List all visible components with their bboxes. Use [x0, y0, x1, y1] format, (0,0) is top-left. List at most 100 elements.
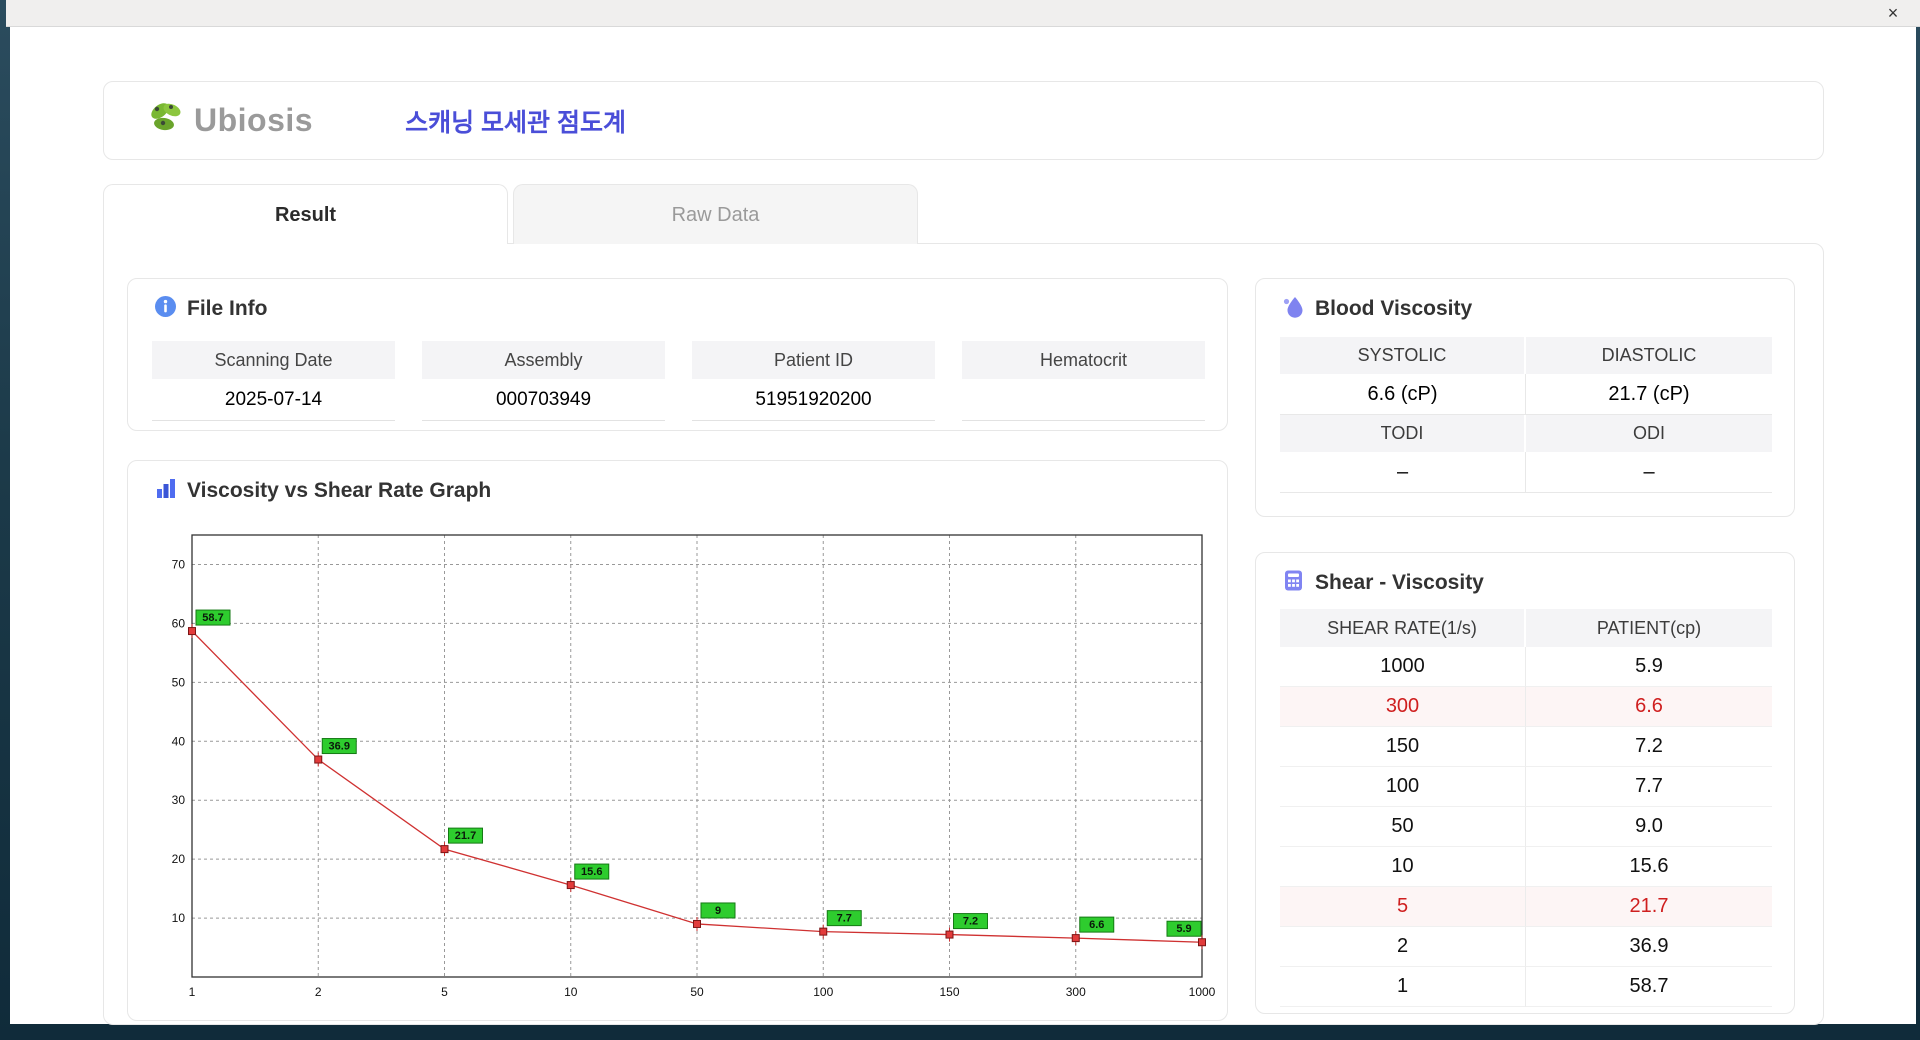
svg-text:9: 9	[715, 905, 721, 917]
droplet-icon	[1282, 295, 1305, 323]
svg-text:40: 40	[172, 734, 186, 748]
svg-text:36.9: 36.9	[329, 741, 350, 753]
sv-patient-value: 6.6	[1526, 687, 1772, 727]
bv-value-systolic: 6.6 (cP)	[1280, 374, 1526, 415]
svg-text:21.7: 21.7	[455, 830, 476, 842]
file-info-field: Hematocrit	[962, 341, 1205, 421]
sv-shear-value: 1	[1280, 967, 1526, 1007]
svg-text:10: 10	[172, 911, 186, 925]
field-label: Assembly	[422, 341, 665, 379]
sv-shear-value: 10	[1280, 847, 1526, 887]
header: Ubiosis 스캐닝 모세관 점도계	[103, 81, 1824, 160]
file-info-card: File Info Scanning Date 2025-07-14 Assem…	[127, 278, 1228, 431]
bv-header-todi: TODI	[1280, 415, 1526, 452]
svg-text:6.6: 6.6	[1089, 919, 1104, 931]
sv-rows: 1000 5.9 300 6.6 150 7.2 100 7.7 50 9.0 …	[1280, 647, 1772, 1007]
svg-text:300: 300	[1066, 985, 1086, 999]
table-row: 1000 5.9	[1280, 647, 1772, 687]
table-row: 100 7.7	[1280, 767, 1772, 807]
table-row: 5 21.7	[1280, 887, 1772, 927]
file-info-field: Assembly 000703949	[422, 341, 665, 421]
table-row: 10 15.6	[1280, 847, 1772, 887]
sv-shear-value: 5	[1280, 887, 1526, 927]
bv-header-diastolic: DIASTOLIC	[1526, 337, 1772, 374]
file-info-title: File Info	[187, 297, 268, 320]
svg-text:10: 10	[564, 985, 578, 999]
sv-patient-value: 5.9	[1526, 647, 1772, 687]
graph-title: Viscosity vs Shear Rate Graph	[187, 479, 492, 502]
svg-text:100: 100	[813, 985, 833, 999]
calculator-icon	[1282, 569, 1305, 597]
info-icon	[154, 295, 177, 323]
sv-col-shear-rate: SHEAR RATE(1/s)	[1280, 609, 1526, 647]
blood-viscosity-card: Blood Viscosity SYSTOLIC DIASTOLIC 6.6 (…	[1255, 278, 1795, 517]
svg-text:58.7: 58.7	[202, 612, 223, 624]
svg-text:30: 30	[172, 793, 186, 807]
sv-patient-value: 7.7	[1526, 767, 1772, 807]
window-titlebar: ×	[6, 0, 1920, 27]
svg-text:7.7: 7.7	[837, 913, 852, 925]
sv-shear-value: 1000	[1280, 647, 1526, 687]
svg-text:15.6: 15.6	[581, 866, 602, 878]
file-info-field: Scanning Date 2025-07-14	[152, 341, 395, 421]
file-info-fields: Scanning Date 2025-07-14 Assembly 000703…	[152, 341, 1205, 421]
svg-text:60: 60	[172, 616, 186, 630]
ubiosis-logo: Ubiosis	[144, 97, 313, 144]
field-label: Patient ID	[692, 341, 935, 379]
app-window: Ubiosis 스캐닝 모세관 점도계 Result Raw Data File…	[10, 27, 1916, 1025]
sv-patient-value: 9.0	[1526, 807, 1772, 847]
field-value: 000703949	[422, 379, 665, 421]
page-title: 스캐닝 모세관 점도계	[405, 108, 626, 137]
sv-patient-value: 58.7	[1526, 967, 1772, 1007]
tab-raw-data[interactable]: Raw Data	[513, 184, 918, 244]
table-row: 150 7.2	[1280, 727, 1772, 767]
file-info-field: Patient ID 51951920200	[692, 341, 935, 421]
field-value: 2025-07-14	[152, 379, 395, 421]
sv-col-patient: PATIENT(cp)	[1526, 609, 1772, 647]
sv-patient-value: 15.6	[1526, 847, 1772, 887]
field-label: Hematocrit	[962, 341, 1205, 379]
graph-card: Viscosity vs Shear Rate Graph 10 20 30 40 50…	[127, 460, 1228, 1021]
sv-shear-value: 300	[1280, 687, 1526, 727]
shear-viscosity-card: Shear - Viscosity SHEAR RATE(1/s) PATIEN…	[1255, 552, 1795, 1014]
field-label: Scanning Date	[152, 341, 395, 379]
sv-shear-value: 100	[1280, 767, 1526, 807]
svg-text:5.9: 5.9	[1176, 923, 1191, 935]
table-row: 300 6.6	[1280, 687, 1772, 727]
svg-text:50: 50	[690, 985, 704, 999]
field-value: 51951920200	[692, 379, 935, 421]
svg-text:1000: 1000	[1189, 985, 1216, 999]
svg-text:2: 2	[315, 985, 322, 999]
shear-viscosity-table: SHEAR RATE(1/s) PATIENT(cp) 1000 5.9 300…	[1280, 609, 1772, 1007]
tab-bar: Result Raw Data	[103, 184, 923, 246]
logo-text: Ubiosis	[194, 102, 314, 138]
close-button[interactable]: ×	[1882, 2, 1904, 24]
bv-header-odi: ODI	[1526, 415, 1772, 452]
bv-value-diastolic: 21.7 (cP)	[1526, 374, 1772, 415]
svg-text:1: 1	[189, 985, 196, 999]
bv-value-todi: –	[1280, 452, 1526, 493]
viscosity-chart: 10 20 30 40 50 60 70 1 2 5 10 50 100 150 300 1000 58.7 36…	[146, 519, 1216, 1016]
svg-text:50: 50	[172, 675, 186, 689]
svg-text:7.2: 7.2	[963, 916, 978, 928]
svg-text:20: 20	[172, 852, 186, 866]
svg-text:5: 5	[441, 985, 448, 999]
shear-viscosity-title: Shear - Viscosity	[1315, 571, 1484, 594]
result-panel: File Info Scanning Date 2025-07-14 Assem…	[103, 243, 1824, 1025]
blood-viscosity-table: SYSTOLIC DIASTOLIC 6.6 (cP) 21.7 (cP) TO…	[1280, 337, 1772, 493]
sv-patient-value: 36.9	[1526, 927, 1772, 967]
sv-patient-value: 7.2	[1526, 727, 1772, 767]
svg-text:70: 70	[172, 557, 186, 571]
field-value	[962, 379, 1205, 421]
bv-header-systolic: SYSTOLIC	[1280, 337, 1526, 374]
blood-viscosity-title: Blood Viscosity	[1315, 297, 1473, 320]
svg-text:150: 150	[939, 985, 959, 999]
bar-chart-icon	[154, 477, 177, 505]
sv-shear-value: 150	[1280, 727, 1526, 767]
bv-value-odi: –	[1526, 452, 1772, 493]
table-row: 50 9.0	[1280, 807, 1772, 847]
table-row: 2 36.9	[1280, 927, 1772, 967]
sv-patient-value: 21.7	[1526, 887, 1772, 927]
tab-result[interactable]: Result	[103, 184, 508, 246]
table-row: 1 58.7	[1280, 967, 1772, 1007]
